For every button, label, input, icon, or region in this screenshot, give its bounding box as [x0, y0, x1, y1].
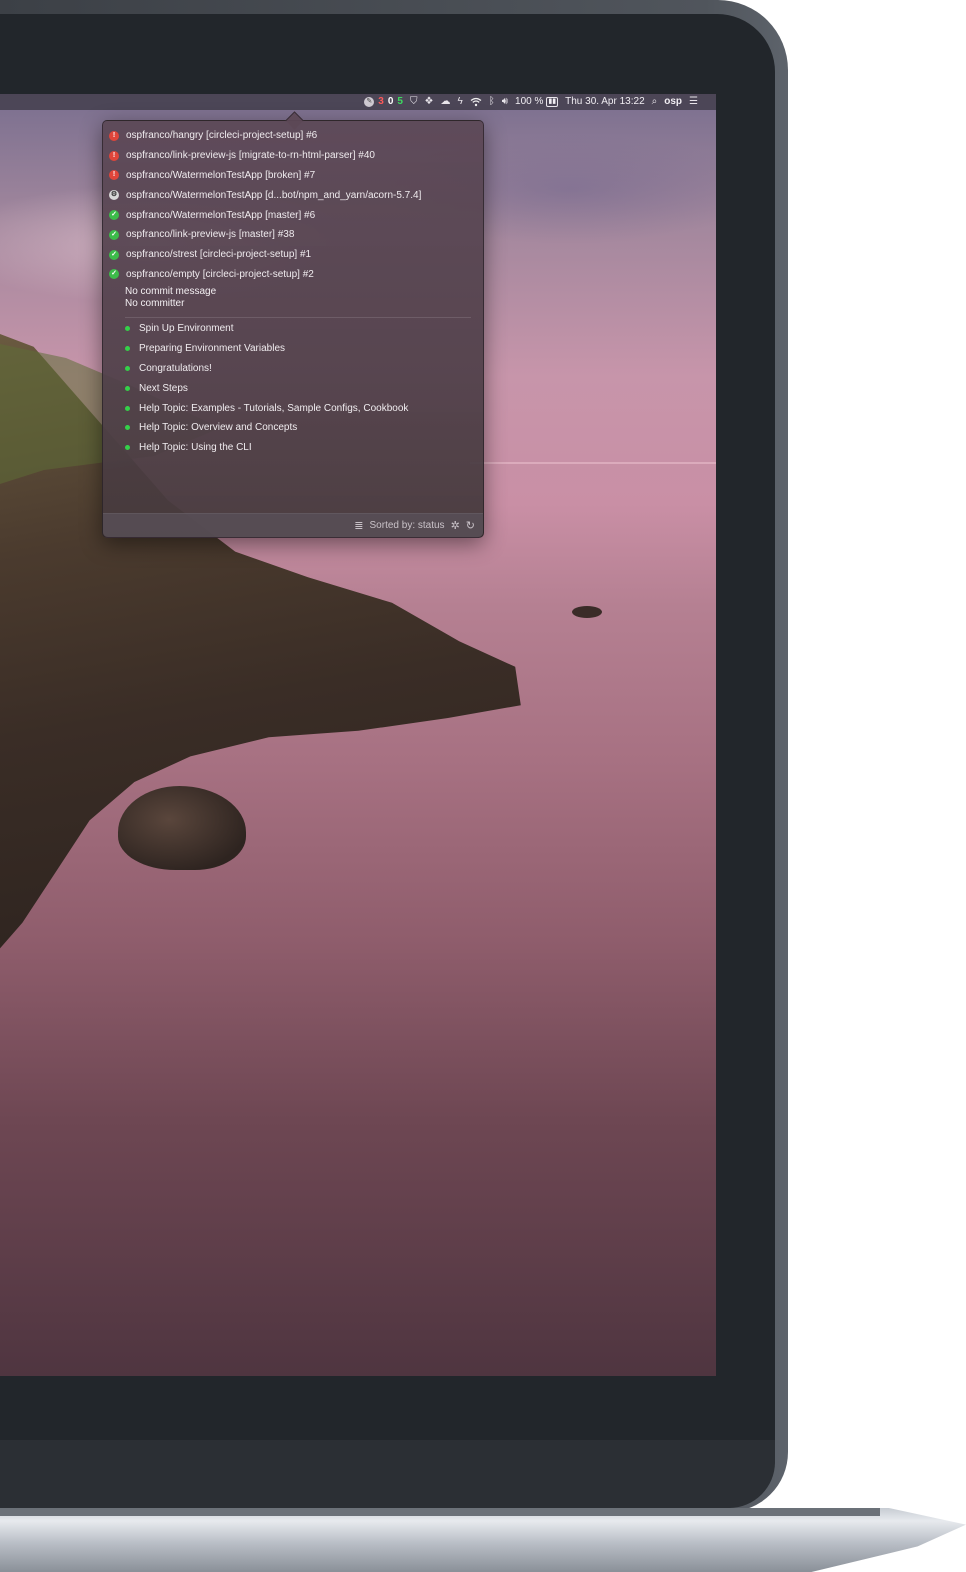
- cloud-icon[interactable]: ☁: [440, 94, 450, 110]
- build-row[interactable]: ! ospfranco/WatermelonTestApp [broken] #…: [109, 166, 477, 186]
- clock[interactable]: Thu 30. Apr 13:22: [565, 94, 645, 110]
- step-item[interactable]: Help Topic: Using the CLI: [125, 438, 471, 458]
- failed-status-icon: !: [109, 150, 119, 161]
- running-count: 0: [387, 96, 394, 107]
- build-label: ospfranco/WatermelonTestApp [d...bot/npm…: [126, 189, 422, 201]
- build-detail: No commit message No committer: [125, 286, 471, 321]
- refresh-icon[interactable]: ↻: [466, 519, 475, 532]
- bluetooth-icon[interactable]: ᛒ: [489, 94, 495, 110]
- divider: [125, 317, 471, 318]
- notification-center-icon[interactable]: ☰: [689, 94, 698, 110]
- volume-icon[interactable]: 🔊︎: [502, 94, 508, 110]
- build-label: ospfranco/link-preview-js [migrate-to-rn…: [126, 150, 375, 162]
- battery-percent: 100 %: [515, 96, 544, 107]
- build-list: ! ospfranco/hangry [circleci-project-set…: [109, 126, 477, 284]
- build-row[interactable]: ✓ ospfranco/strest [circleci-project-set…: [109, 245, 477, 265]
- step-label: Help Topic: Using the CLI: [139, 442, 252, 454]
- success-status-icon: ✓: [109, 229, 119, 240]
- step-item[interactable]: Next Steps: [125, 378, 471, 398]
- spotlight-search-icon[interactable]: ⌕: [652, 94, 658, 110]
- step-success-dot-icon: [125, 346, 130, 352]
- gear-icon[interactable]: ✲: [451, 519, 460, 532]
- wallpaper-rock: [118, 786, 246, 870]
- build-label: ospfranco/WatermelonTestApp [master] #6: [126, 209, 316, 221]
- step-label: Help Topic: Examples - Tutorials, Sample…: [139, 402, 409, 414]
- step-item[interactable]: Help Topic: Examples - Tutorials, Sample…: [125, 398, 471, 418]
- menu-bar: ✎ 3 0 5 ⛉ ❖ ☁ ϟ ᛒ 🔊︎ 100 % ▮▮ Thu 30. Ap…: [0, 94, 716, 110]
- battery-icon: ▮▮: [546, 97, 559, 107]
- sort-lines-icon[interactable]: ≣: [354, 519, 363, 532]
- step-success-dot-icon: [125, 326, 130, 332]
- laptop-hinge: [0, 1508, 880, 1516]
- build-row[interactable]: ✓ ospfranco/WatermelonTestApp [master] #…: [109, 205, 477, 225]
- laptop-chin: [0, 1440, 775, 1508]
- battery-indicator[interactable]: 100 % ▮▮: [515, 94, 559, 110]
- failed-status-icon: !: [109, 170, 119, 181]
- popover-footer: ≣ Sorted by: status ✲ ↻: [103, 513, 483, 537]
- dropbox-icon[interactable]: ❖: [424, 94, 433, 110]
- build-row[interactable]: ✓ ospfranco/link-preview-js [master] #38: [109, 225, 477, 245]
- screen: ✎ 3 0 5 ⛉ ❖ ☁ ϟ ᛒ 🔊︎ 100 % ▮▮ Thu 30. Ap…: [0, 94, 716, 1376]
- failed-count: 3: [378, 96, 384, 107]
- step-item[interactable]: Preparing Environment Variables: [125, 339, 471, 359]
- user-menu[interactable]: osp: [664, 94, 682, 110]
- build-row[interactable]: ! ospfranco/link-preview-js [migrate-to-…: [109, 146, 477, 166]
- commit-message: No commit message: [125, 286, 217, 297]
- wallpaper-horizon: [470, 462, 716, 464]
- step-label: Next Steps: [139, 382, 188, 394]
- success-status-icon: ✓: [109, 210, 119, 221]
- wifi-icon[interactable]: [470, 97, 482, 107]
- step-item[interactable]: Help Topic: Overview and Concepts: [125, 418, 471, 438]
- step-item[interactable]: Congratulations!: [125, 359, 471, 379]
- success-status-icon: ✓: [109, 249, 119, 260]
- step-success-dot-icon: [125, 405, 130, 411]
- wallpaper-rock: [572, 606, 602, 618]
- ci-builds-popover: ! ospfranco/hangry [circleci-project-set…: [102, 120, 484, 538]
- step-success-dot-icon: [125, 365, 130, 371]
- build-label: ospfranco/strest [circleci-project-setup…: [126, 249, 312, 261]
- shield-icon[interactable]: ⛉: [410, 94, 418, 110]
- running-status-icon: ⚙: [109, 190, 119, 201]
- step-label: Spin Up Environment: [139, 323, 234, 335]
- lightning-icon[interactable]: ϟ: [457, 94, 462, 110]
- step-label: Preparing Environment Variables: [139, 343, 286, 355]
- step-label: Congratulations!: [139, 362, 212, 374]
- ci-status-menubar-item[interactable]: ✎ 3 0 5: [364, 94, 403, 110]
- failed-status-icon: !: [109, 130, 119, 141]
- step-success-dot-icon: [125, 385, 130, 391]
- laptop-base: [0, 1508, 966, 1572]
- build-label: ospfranco/empty [circleci-project-setup]…: [126, 268, 314, 280]
- success-status-icon: ✓: [109, 269, 119, 280]
- success-count: 5: [397, 96, 403, 107]
- build-row[interactable]: ✓ ospfranco/empty [circleci-project-setu…: [109, 265, 477, 285]
- build-label: ospfranco/link-preview-js [master] #38: [126, 229, 295, 241]
- step-success-dot-icon: [125, 445, 130, 451]
- sort-label[interactable]: Sorted by: status: [370, 520, 445, 531]
- pencil-circle-icon: ✎: [364, 97, 375, 107]
- build-steps: Spin Up Environment Preparing Environmen…: [125, 319, 471, 458]
- build-label: ospfranco/WatermelonTestApp [broken] #7: [126, 169, 316, 181]
- step-item[interactable]: Spin Up Environment: [125, 319, 471, 339]
- build-row[interactable]: ⚙ ospfranco/WatermelonTestApp [d...bot/n…: [109, 185, 477, 205]
- step-label: Help Topic: Overview and Concepts: [139, 422, 298, 434]
- step-success-dot-icon: [125, 425, 130, 431]
- committer: No committer: [125, 298, 185, 309]
- build-label: ospfranco/hangry [circleci-project-setup…: [126, 130, 318, 142]
